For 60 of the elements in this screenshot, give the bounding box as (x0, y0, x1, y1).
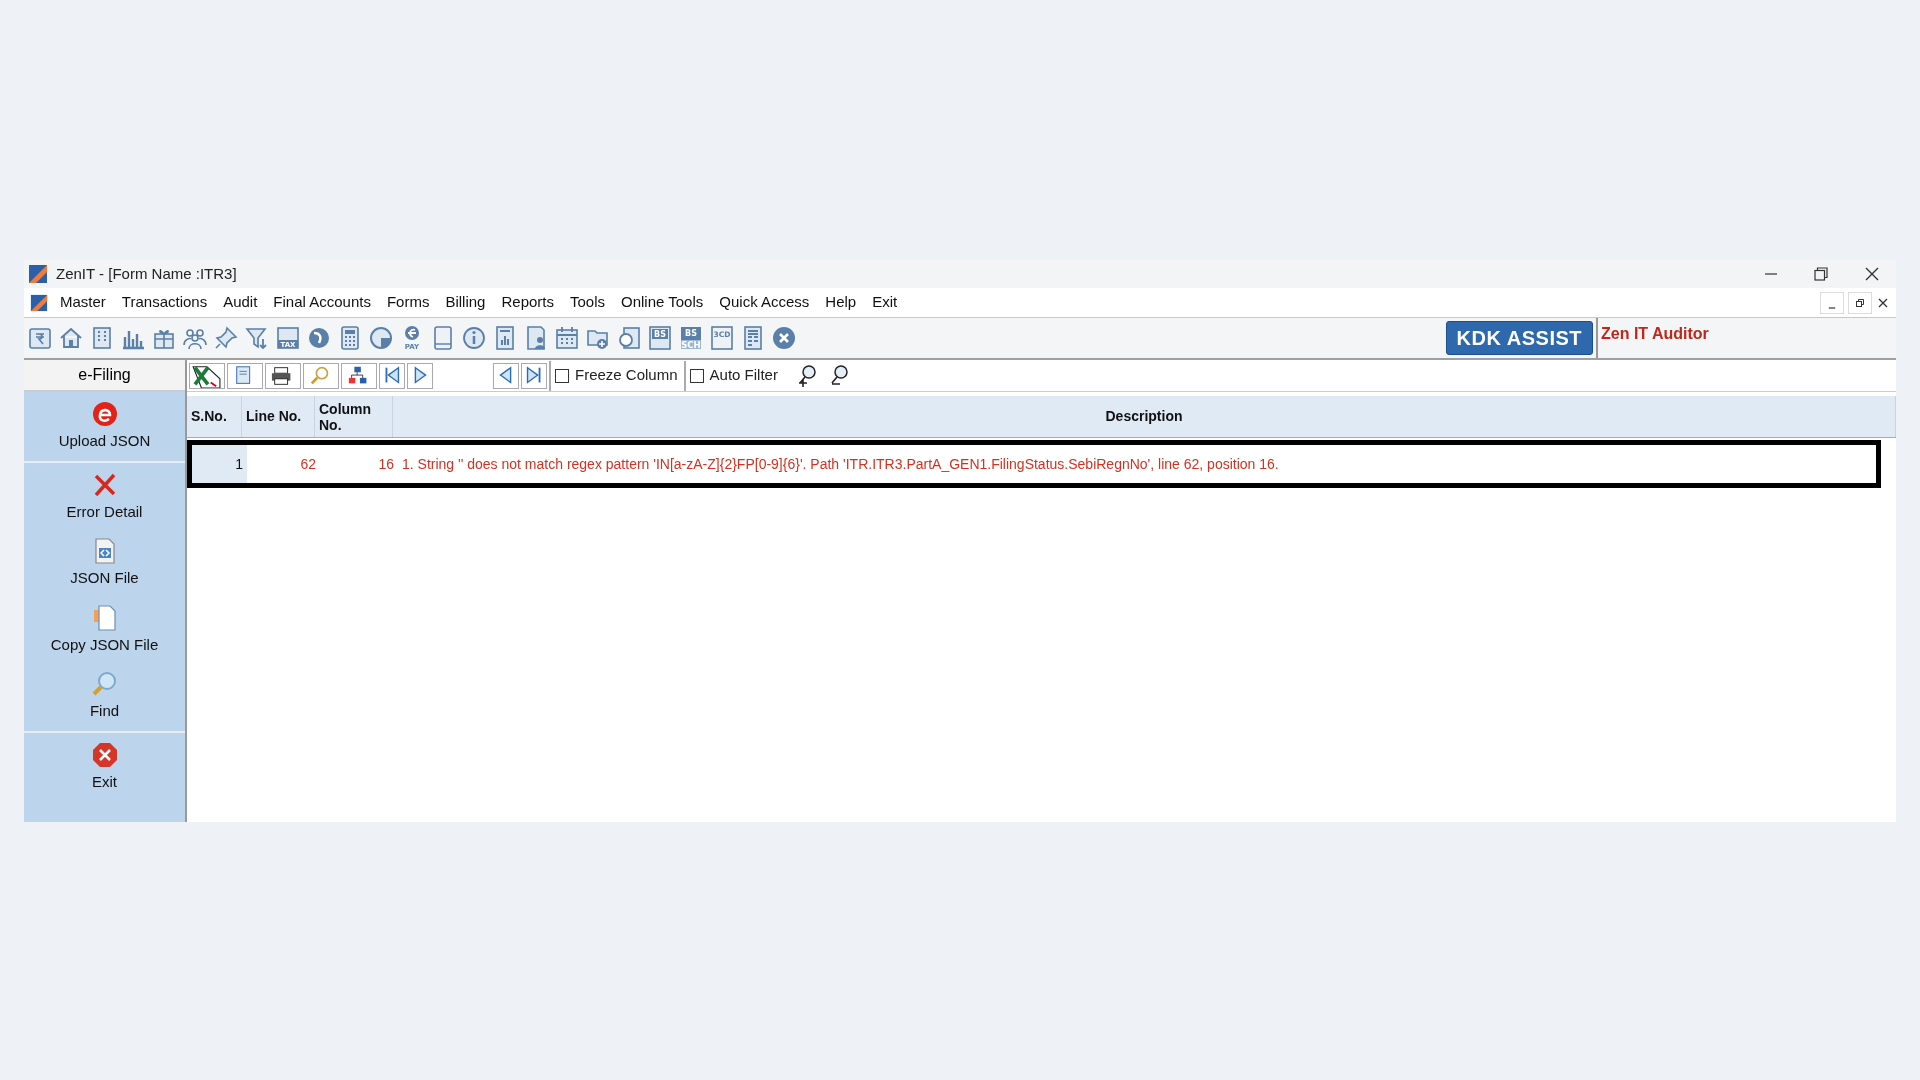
app-logo-icon (28, 264, 48, 284)
menu-item[interactable]: Forms (378, 291, 438, 314)
kdk-assist-button[interactable]: KDK ASSIST (1445, 321, 1593, 355)
exit-icon (90, 740, 119, 769)
e-logo-icon (90, 400, 119, 428)
close-icon[interactable] (1864, 266, 1880, 282)
mdi-restore-button[interactable] (1848, 291, 1872, 314)
filter-icon[interactable] (244, 325, 270, 351)
menu-item[interactable]: Reports (493, 291, 562, 314)
table-row[interactable]: 1 62 16 1. String '' does not match regex pattern 'IN[a-zA-Z]{2}FP[0-9]{6}'. Path 'ITR.ITR3.PartA_GEN1.FilingStatus.SebiRegnNo', line 62, position 16. (187, 440, 1881, 488)
column-header[interactable]: Line No. (242, 396, 315, 437)
sidebar-header: e-Filing (24, 360, 185, 392)
sidebar-button[interactable]: JSON File (24, 535, 185, 592)
restore-icon[interactable] (1814, 267, 1828, 281)
previous-icon[interactable] (493, 362, 519, 389)
excel-icon[interactable] (189, 362, 225, 389)
menu-item[interactable]: Master (52, 291, 114, 314)
sidebar-button[interactable]: Exit (24, 738, 185, 795)
menu-item[interactable]: Final Accounts (265, 291, 379, 314)
calendar-icon[interactable] (554, 325, 580, 351)
column-header[interactable]: S.No. (187, 396, 242, 437)
book-icon[interactable] (27, 325, 53, 351)
sidebar-button[interactable]: Copy JSON File (24, 601, 185, 658)
restore-icon (1855, 297, 1865, 308)
window-title: ZenIT - [Form Name :ITR3] (56, 263, 237, 284)
sidebar-button[interactable]: Upload JSON (24, 398, 185, 455)
menu-item[interactable]: Online Tools (613, 291, 712, 314)
disc-icon[interactable] (306, 325, 332, 351)
sidebar-button[interactable]: Error Detail (24, 468, 185, 525)
column-header[interactable]: Column No. (315, 396, 393, 437)
pie-chart-icon[interactable] (368, 325, 394, 351)
last-page-icon[interactable] (521, 362, 547, 389)
home-icon[interactable] (58, 325, 84, 351)
menu-item[interactable]: Help (817, 291, 865, 314)
next-icon[interactable] (407, 362, 433, 389)
menu-item[interactable]: Tools (562, 291, 613, 314)
first-page-icon[interactable] (379, 362, 405, 389)
info-icon[interactable] (461, 325, 487, 351)
search-icon (90, 670, 119, 698)
printer-icon[interactable] (265, 362, 301, 389)
menu-item[interactable]: Exit (864, 291, 906, 314)
column-header[interactable]: Description (393, 396, 1896, 437)
menu-item[interactable]: Billing (437, 291, 494, 314)
product-name: Zen IT Auditor (1601, 324, 1710, 344)
menu-item[interactable]: Transactions (113, 291, 216, 314)
app-logo-icon (30, 293, 48, 312)
close-icon[interactable] (1878, 297, 1888, 308)
menu-item[interactable]: Audit (215, 291, 266, 314)
checkbox[interactable]: Auto Filter (683, 360, 782, 391)
checkbox[interactable]: Freeze Column (549, 360, 682, 391)
sidebar-button[interactable]: Find (24, 668, 185, 725)
menu-item[interactable]: Quick Access (711, 291, 818, 314)
minimize-icon (1828, 306, 1836, 309)
document-icon[interactable] (227, 362, 263, 389)
mdi-minimize-button[interactable] (1820, 291, 1844, 314)
table-cell: 1 (192, 445, 247, 483)
hierarchy-icon[interactable] (341, 362, 377, 389)
document-icon[interactable] (616, 325, 642, 351)
pin-icon[interactable] (213, 325, 239, 351)
bs-icon[interactable]: BS (647, 325, 673, 351)
